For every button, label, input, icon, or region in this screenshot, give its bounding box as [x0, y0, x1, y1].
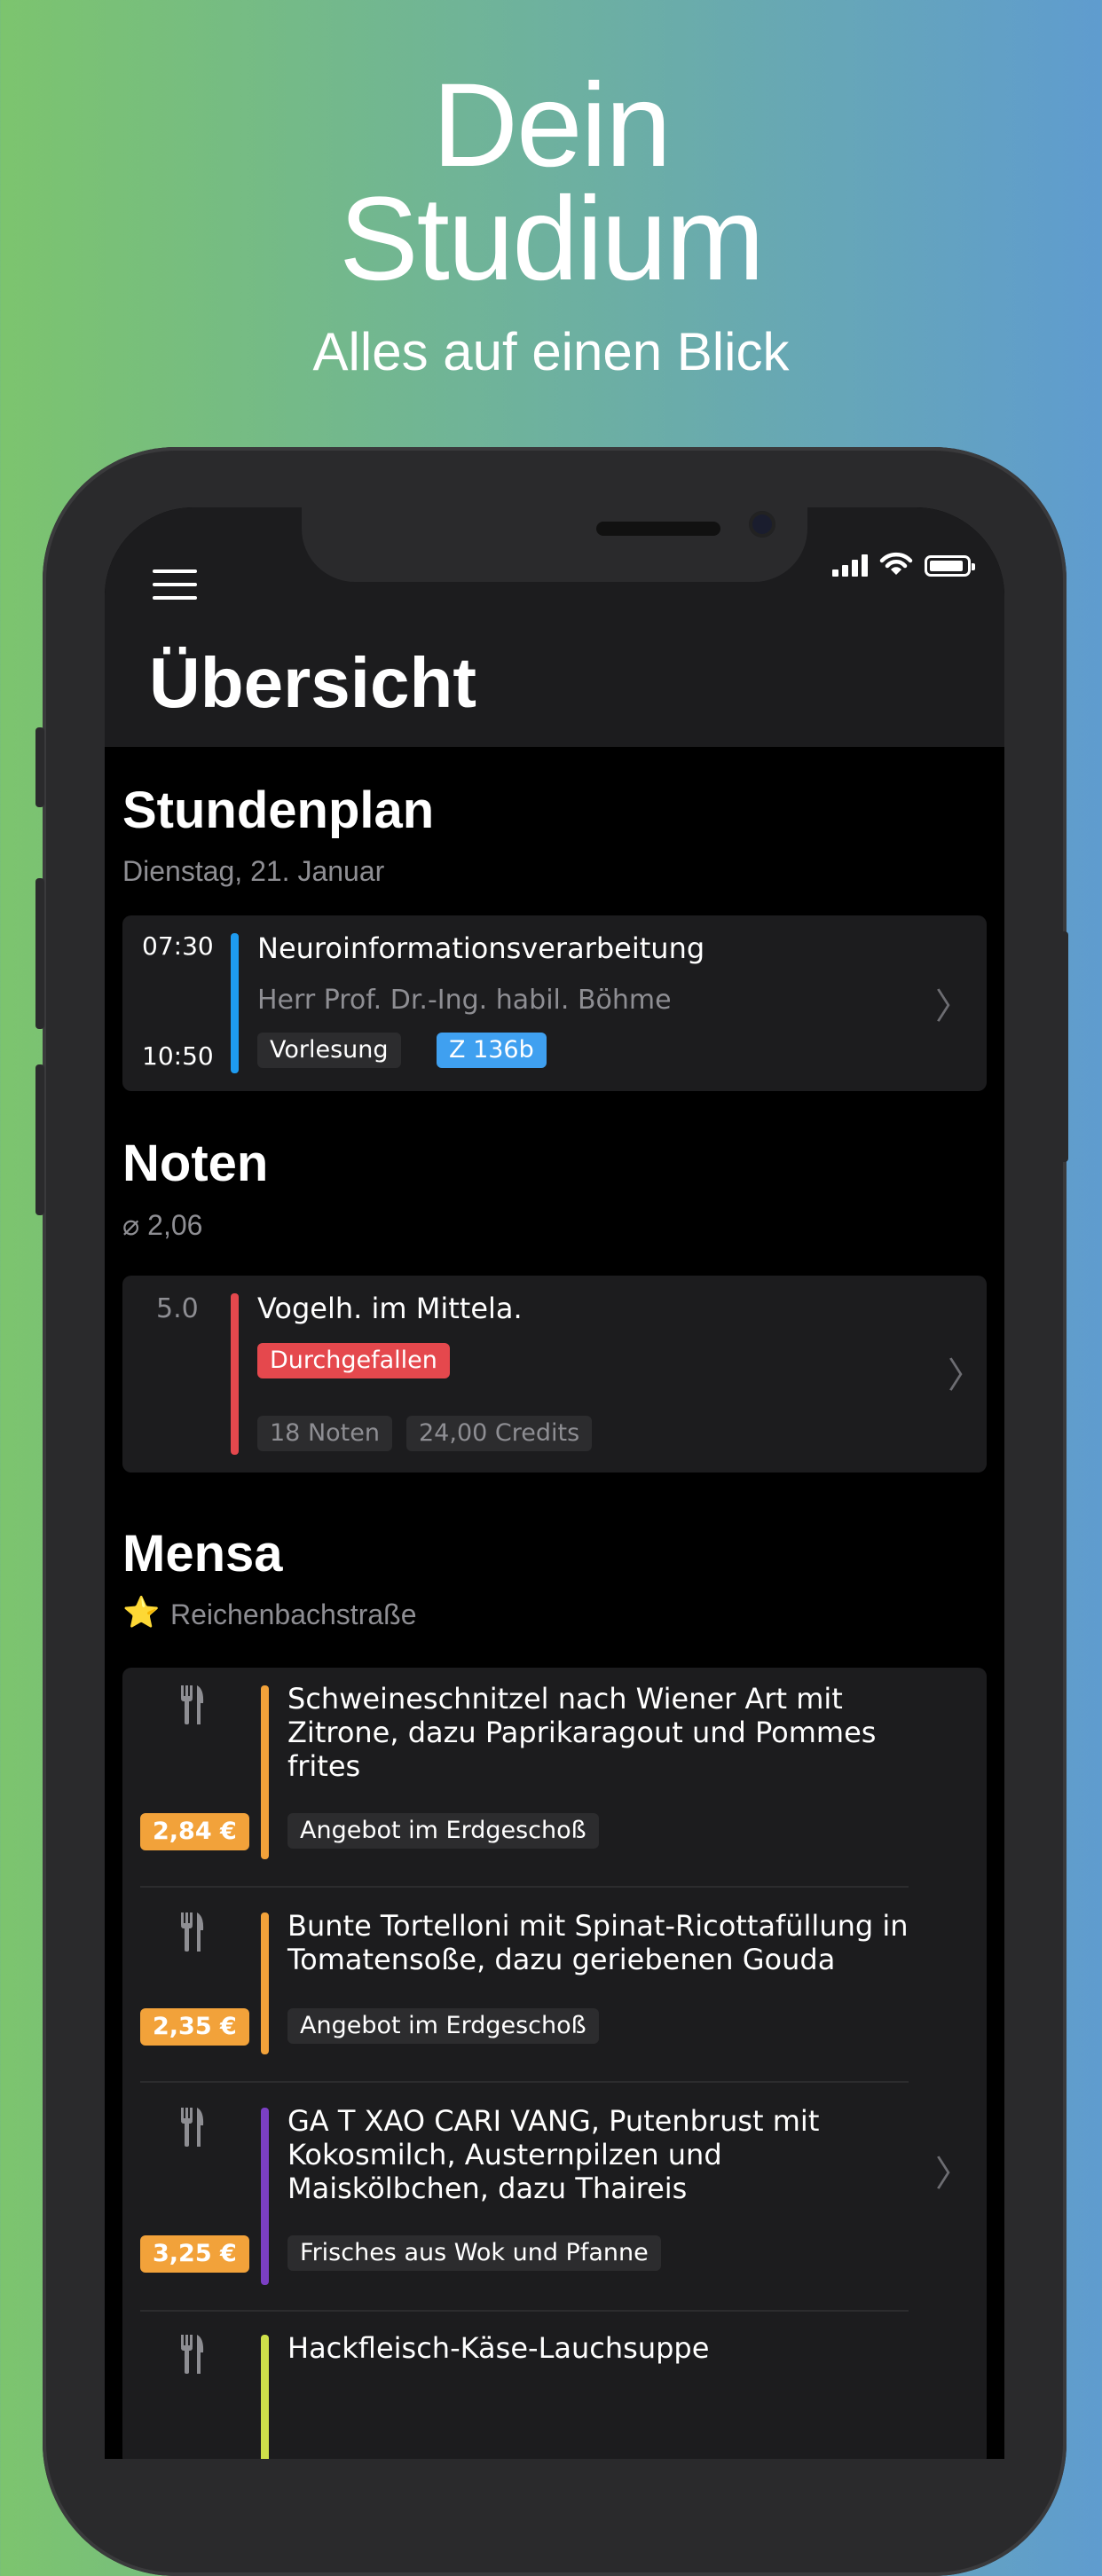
hero-subtitle: Alles auf einen Blick: [312, 322, 790, 381]
meal-title: Schweineschnitzel nach Wiener Art mit Zi…: [287, 1682, 876, 1783]
meal-divider: [140, 2081, 909, 2083]
lecture-accent-bar: [231, 933, 239, 1073]
fork-knife-icon: [181, 2335, 204, 2374]
favorite-star-icon: ⭐: [122, 1596, 161, 1630]
lecture-lecturer: Herr Prof. Dr.-Ing. habil. Böhme: [257, 985, 672, 1016]
meal-title-line: Tomatensoße, dazu geriebenen Gouda: [287, 1943, 836, 1976]
wifi-icon: [879, 552, 913, 575]
lecture-end-time: 10:50: [142, 1041, 214, 1071]
chevron-right-icon: 〉: [935, 2154, 971, 2195]
meal-counter-tag: Angebot im Erdgeschoß: [287, 2008, 599, 2044]
mensa-location: Reichenbachstraße: [170, 1598, 417, 1630]
phone-side-button-power: [1059, 931, 1068, 1162]
meal-price: 2,84 €: [140, 1813, 249, 1850]
hero-title-line1: Dein: [432, 59, 672, 192]
phone-notch: [302, 507, 807, 582]
page-title: Übersicht: [149, 643, 476, 722]
meal-accent-bar: [261, 2335, 269, 2459]
grade-average: ⌀ 2,06: [122, 1209, 203, 1241]
speaker-grille: [596, 522, 720, 536]
meal-price: 3,25 €: [140, 2235, 249, 2273]
meal-title-line: Hackfleisch-Käse-Lauchsuppe: [287, 2331, 710, 2365]
chevron-right-icon: 〉: [935, 986, 971, 1027]
fork-knife-icon: [181, 2108, 204, 2147]
meal-title-line: Kokosmilch, Austernpilzen und: [287, 2138, 722, 2172]
stundenplan-date: Dienstag, 21. Januar: [122, 855, 385, 887]
chevron-right-icon: 〉: [948, 1355, 983, 1396]
meal-accent-bar: [261, 2108, 269, 2285]
meal-title-line: frites: [287, 1749, 361, 1783]
meal-divider: [140, 2310, 909, 2312]
lecture-type-tag: Vorlesung: [257, 1033, 401, 1068]
grade-accent-bar: [231, 1293, 239, 1455]
mensa-title: Mensa: [122, 1525, 283, 1583]
phone-side-button-volume-up: [35, 878, 44, 1029]
meal-title-line: Maiskölbchen, dazu Thaireis: [287, 2172, 688, 2205]
course-title: Vogelh. im Mittela.: [257, 1292, 523, 1325]
meal-counter-tag: Frisches aus Wok und Pfanne: [287, 2235, 661, 2271]
phone-screen: Übersicht Stundenplan Dienstag, 21. Janu…: [105, 507, 1004, 2459]
phone-side-button-silent: [35, 727, 44, 807]
phone-side-button-volume-down: [35, 1064, 44, 1215]
meal-accent-bar: [261, 1912, 269, 2054]
meal-title-line: Schweineschnitzel nach Wiener Art mit: [287, 1682, 843, 1716]
credits-tag: 24,00 Credits: [406, 1416, 593, 1451]
front-camera: [749, 511, 775, 538]
meal-price: 2,35 €: [140, 2008, 249, 2046]
mensa-card[interactable]: Schweineschnitzel nach Wiener Art mit Zi…: [122, 1668, 987, 2459]
room-tag: Z 136b: [437, 1033, 547, 1068]
meal-title: Bunte Tortelloni mit Spinat-Ricottafüllu…: [287, 1909, 909, 1976]
meal-title: GA T XAO CARI VANG, Putenbrust mit Kokos…: [287, 2104, 819, 2205]
fork-knife-icon: [181, 1685, 204, 1724]
meal-title-line: GA T XAO CARI VANG, Putenbrust mit: [287, 2104, 820, 2138]
meal-title: Hackfleisch-Käse-Lauchsuppe: [287, 2331, 709, 2365]
stundenplan-title: Stundenplan: [122, 781, 435, 839]
grade-value: 5.0: [156, 1293, 199, 1324]
hamburger-menu-icon[interactable]: [153, 569, 197, 601]
timetable-card[interactable]: 07:30 10:50 Neuroinformationsverarbeitun…: [122, 915, 987, 1091]
meal-accent-bar: [261, 1685, 269, 1859]
lecture-title: Neuroinformationsverarbeitung: [257, 931, 705, 965]
grades-card[interactable]: 5.0 Vogelh. im Mittela. Durchgefallen 18…: [122, 1276, 987, 1473]
status-badge: Durchgefallen: [257, 1343, 450, 1378]
meal-counter-tag: Angebot im Erdgeschoß: [287, 1813, 599, 1849]
battery-icon: [925, 555, 975, 577]
meal-divider: [140, 1886, 909, 1888]
hero-title-line2: Studium: [339, 173, 765, 305]
meal-title-line: Zitrone, dazu Paprikaragout und Pommes: [287, 1716, 877, 1749]
grade-count-tag: 18 Noten: [257, 1416, 392, 1451]
lecture-start-time: 07:30: [142, 931, 214, 961]
status-bar: [832, 550, 975, 577]
fork-knife-icon: [181, 1912, 204, 1952]
meal-title-line: Bunte Tortelloni mit Spinat-Ricottafüllu…: [287, 1909, 909, 1943]
hero-title: Dein Studium: [0, 59, 1102, 305]
noten-title: Noten: [122, 1135, 269, 1192]
signal-icon: [832, 554, 868, 577]
